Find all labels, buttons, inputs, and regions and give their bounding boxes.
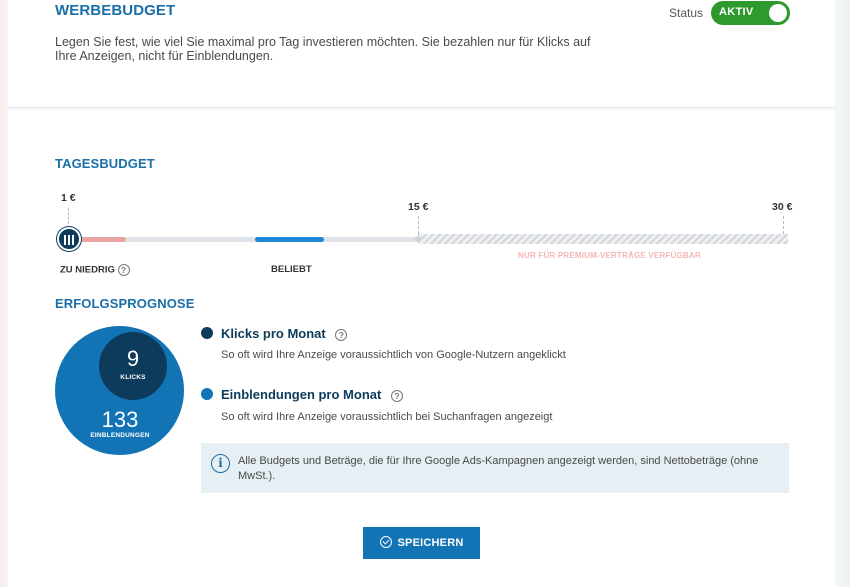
save-button-label: SPEICHERN <box>397 537 464 549</box>
toggle-knob <box>769 4 787 22</box>
premium-range <box>418 234 788 244</box>
page-title: WERBEBUDGET <box>55 2 176 19</box>
mid-marker <box>415 236 421 242</box>
too-low-text: ZU NIEDRIG <box>60 264 115 276</box>
clicks-legend-title-text: Klicks pro Monat <box>221 326 326 341</box>
too-low-label: ZU NIEDRIG ? <box>60 264 130 276</box>
check-circle-icon <box>379 536 392 549</box>
impressions-legend-title-text: Einblendungen pro Monat <box>221 387 382 402</box>
premium-note: NUR FÜR PREMIUM-VERTRÄGE VERFÜGBAR <box>518 251 701 260</box>
budget-description: Legen Sie fest, wie viel Sie maximal pro… <box>55 35 591 63</box>
impressions-value: 133 <box>101 407 139 432</box>
max-tick <box>783 216 784 234</box>
impressions-help-icon[interactable]: ? <box>390 389 403 402</box>
popular-range <box>255 237 324 242</box>
clicks-label: KLICKS <box>120 374 146 381</box>
mid-budget-label: 15 € <box>408 201 429 213</box>
net-amount-info-box: i Alle Budgets und Beträge, die für Ihre… <box>201 443 789 493</box>
status-toggle[interactable]: AKTIV <box>711 1 790 25</box>
budget-main-panel: TAGESBUDGET 1 € 15 € 30 € NUR FÜR PREMIU… <box>8 110 835 587</box>
forecast-title: ERFOLGSPROGNOSE <box>55 296 195 311</box>
impressions-legend-desc: So oft wird Ihre Anzeige voraussichtlich… <box>221 411 553 423</box>
clicks-legend-title: Klicks pro Monat ? <box>221 326 348 341</box>
impressions-legend-dot <box>201 388 213 400</box>
daily-budget-title: TAGESBUDGET <box>55 156 155 171</box>
status-label: Status <box>669 6 704 20</box>
too-low-help-icon[interactable]: ? <box>117 264 130 276</box>
min-tick <box>68 208 69 224</box>
max-budget-label: 30 € <box>772 201 793 213</box>
slider-handle[interactable] <box>57 227 81 251</box>
impressions-legend-title: Einblendungen pro Monat ? <box>221 387 403 402</box>
clicks-legend-desc: So oft wird Ihre Anzeige voraussichtlich… <box>221 349 566 361</box>
budget-header-panel: WERBEBUDGET Legen Sie fest, wie viel Sie… <box>8 0 835 108</box>
popular-label: BELIEBT <box>271 264 312 275</box>
status-toggle-label: AKTIV <box>719 6 754 18</box>
info-text: Alle Budgets und Beträge, die für Ihre G… <box>238 455 759 482</box>
info-icon: i <box>211 454 230 473</box>
clicks-value: 9 <box>126 346 140 371</box>
min-budget-label: 1 € <box>61 192 76 204</box>
clicks-circle: 9 KLICKS <box>99 332 167 400</box>
too-low-range <box>80 237 126 242</box>
clicks-help-icon[interactable]: ? <box>335 328 348 341</box>
save-button[interactable]: SPEICHERN <box>363 527 480 559</box>
mid-tick <box>418 216 419 234</box>
impressions-label: EINBLENDUNGEN <box>90 432 150 439</box>
clicks-legend-dot <box>201 327 213 339</box>
